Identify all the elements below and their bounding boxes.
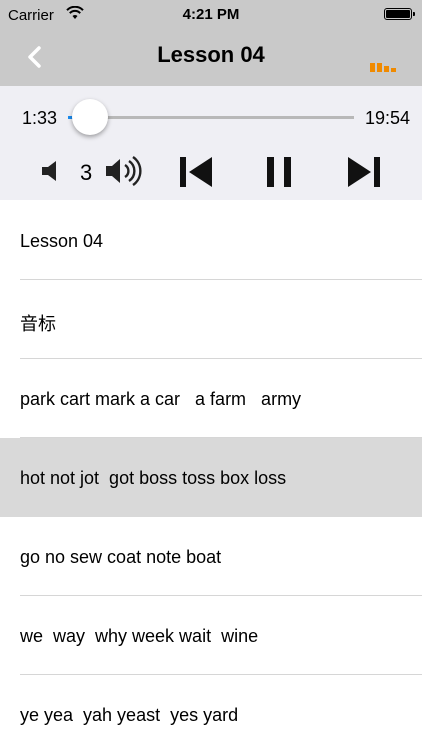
battery-icon xyxy=(384,8,415,20)
list-item[interactable]: park cart mark a car a farm army xyxy=(0,359,422,438)
skip-next-icon[interactable] xyxy=(346,156,380,188)
list-item-label: we way why week wait wine xyxy=(20,626,259,646)
list-item-label: ye yea yah yeast yes yard xyxy=(20,705,239,725)
total-time: 19:54 xyxy=(364,108,410,128)
status-time: 4:21 PM xyxy=(182,6,240,23)
list-item[interactable]: Lesson 04 xyxy=(0,201,422,280)
volume-down-icon[interactable] xyxy=(40,158,64,184)
list-item[interactable]: ye yea yah yeast yes yard xyxy=(0,675,422,754)
progress-thumb[interactable] xyxy=(72,99,108,135)
skip-previous-icon[interactable] xyxy=(180,156,214,188)
equalizer-icon[interactable] xyxy=(370,60,400,72)
list-item-label: 音标 xyxy=(20,314,56,334)
volume-level: 3 xyxy=(80,160,93,185)
volume-up-icon[interactable] xyxy=(104,154,144,188)
current-time: 1:33 xyxy=(22,108,58,128)
pause-icon[interactable] xyxy=(266,156,294,188)
progress-track[interactable] xyxy=(68,116,354,119)
status-bar: Carrier 4:21 PM xyxy=(0,0,422,30)
list-item[interactable]: hot not jot got boss toss box loss xyxy=(0,438,422,517)
list-item[interactable]: go no sew coat note boat xyxy=(0,517,422,596)
list-item[interactable]: 音标 xyxy=(0,280,422,359)
page-title: Lesson 04 xyxy=(157,42,265,67)
list-item-label: go no sew coat note boat xyxy=(20,547,222,567)
list-item-label: hot not jot got boss toss box loss xyxy=(20,468,287,488)
list-item[interactable]: we way why week wait wine xyxy=(0,596,422,675)
player-controls: 3 xyxy=(0,150,422,194)
list-item-label: park cart mark a car a farm army xyxy=(20,389,302,409)
list-item-label: Lesson 04 xyxy=(20,231,104,251)
navigation-bar: Carrier 4:21 PM Lesson 04 xyxy=(0,0,422,86)
lesson-list: Lesson 04 音标 park cart mark a car a farm… xyxy=(0,201,422,754)
